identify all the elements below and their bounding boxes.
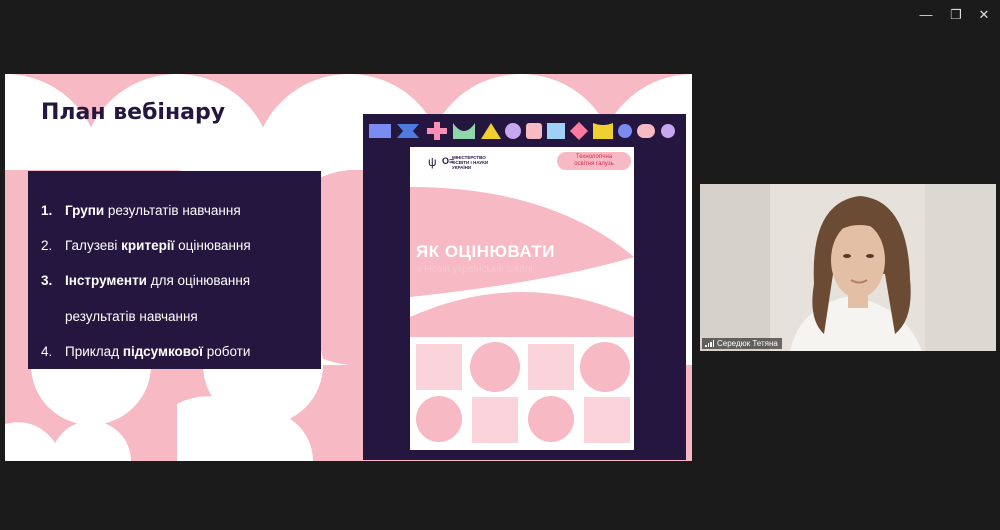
agenda-item: 1. Групи результатів навчання <box>41 203 241 218</box>
restore-button[interactable]: ❐ <box>944 6 968 24</box>
agenda-text: оцінювання <box>174 238 251 253</box>
slide-title: План вебінару <box>41 100 226 125</box>
agenda-text: роботи <box>202 344 251 359</box>
book-subtitle: в Новій українській школі <box>416 264 533 275</box>
agenda-text-bold: підсумкової <box>122 344 203 359</box>
book-cover-art <box>410 147 634 450</box>
participant-name-tag: Середюк Тетяна <box>702 338 782 349</box>
agenda-text-bold: Інструменти <box>65 273 147 288</box>
agenda-text-bold: критерії <box>121 238 175 253</box>
agenda-box: 1. Групи результатів навчання 2. Галузеві … <box>28 171 321 369</box>
participant-name: Середюк Тетяна <box>717 339 778 348</box>
agenda-text: результатів навчання <box>65 309 198 324</box>
minimize-button[interactable]: — <box>914 6 938 24</box>
book-cover: ψ О≡ МІНІСТЕРСТВО ОСВІТИ І НАУКИ УКРАЇНИ… <box>410 147 634 450</box>
agenda-item: 3. Інструменти для оцінювання <box>41 273 250 288</box>
trident-icon: ψ <box>428 155 437 169</box>
agenda-num: 4. <box>41 344 53 359</box>
agenda-item: 4. Приклад підсумкової роботи <box>41 344 250 359</box>
signal-icon <box>705 340 714 347</box>
agenda-num: 2. <box>41 238 53 253</box>
participant-video[interactable]: Середюк Тетяна <box>700 184 996 351</box>
shapes-strip <box>369 122 675 140</box>
agenda-item-continued: результатів навчання <box>41 309 198 324</box>
shared-screen-slide: План вебінару 1. Групи результатів навчан… <box>5 74 692 461</box>
agenda-num: 3. <box>41 273 53 288</box>
ministry-name: МІНІСТЕРСТВО ОСВІТИ І НАУКИ УКРАЇНИ <box>452 155 489 170</box>
agenda-num: 1. <box>41 203 53 218</box>
agenda-text: для оцінювання <box>146 273 251 288</box>
book-title: ЯК ОЦІНЮВАТИ <box>416 242 555 261</box>
close-button[interactable]: ✕ <box>972 6 996 24</box>
book-cover-panel: ψ О≡ МІНІСТЕРСТВО ОСВІТИ І НАУКИ УКРАЇНИ… <box>363 114 686 460</box>
agenda-text-bold: Групи <box>65 203 105 218</box>
agenda-text: Приклад <box>65 344 123 359</box>
participant-image <box>700 184 996 351</box>
agenda-item: 2. Галузеві критерії оцінювання <box>41 238 251 253</box>
agenda-text: результатів навчання <box>104 203 241 218</box>
domain-badge: Технологічна освітня галузь <box>557 152 631 170</box>
agenda-text: Галузеві <box>65 238 122 253</box>
